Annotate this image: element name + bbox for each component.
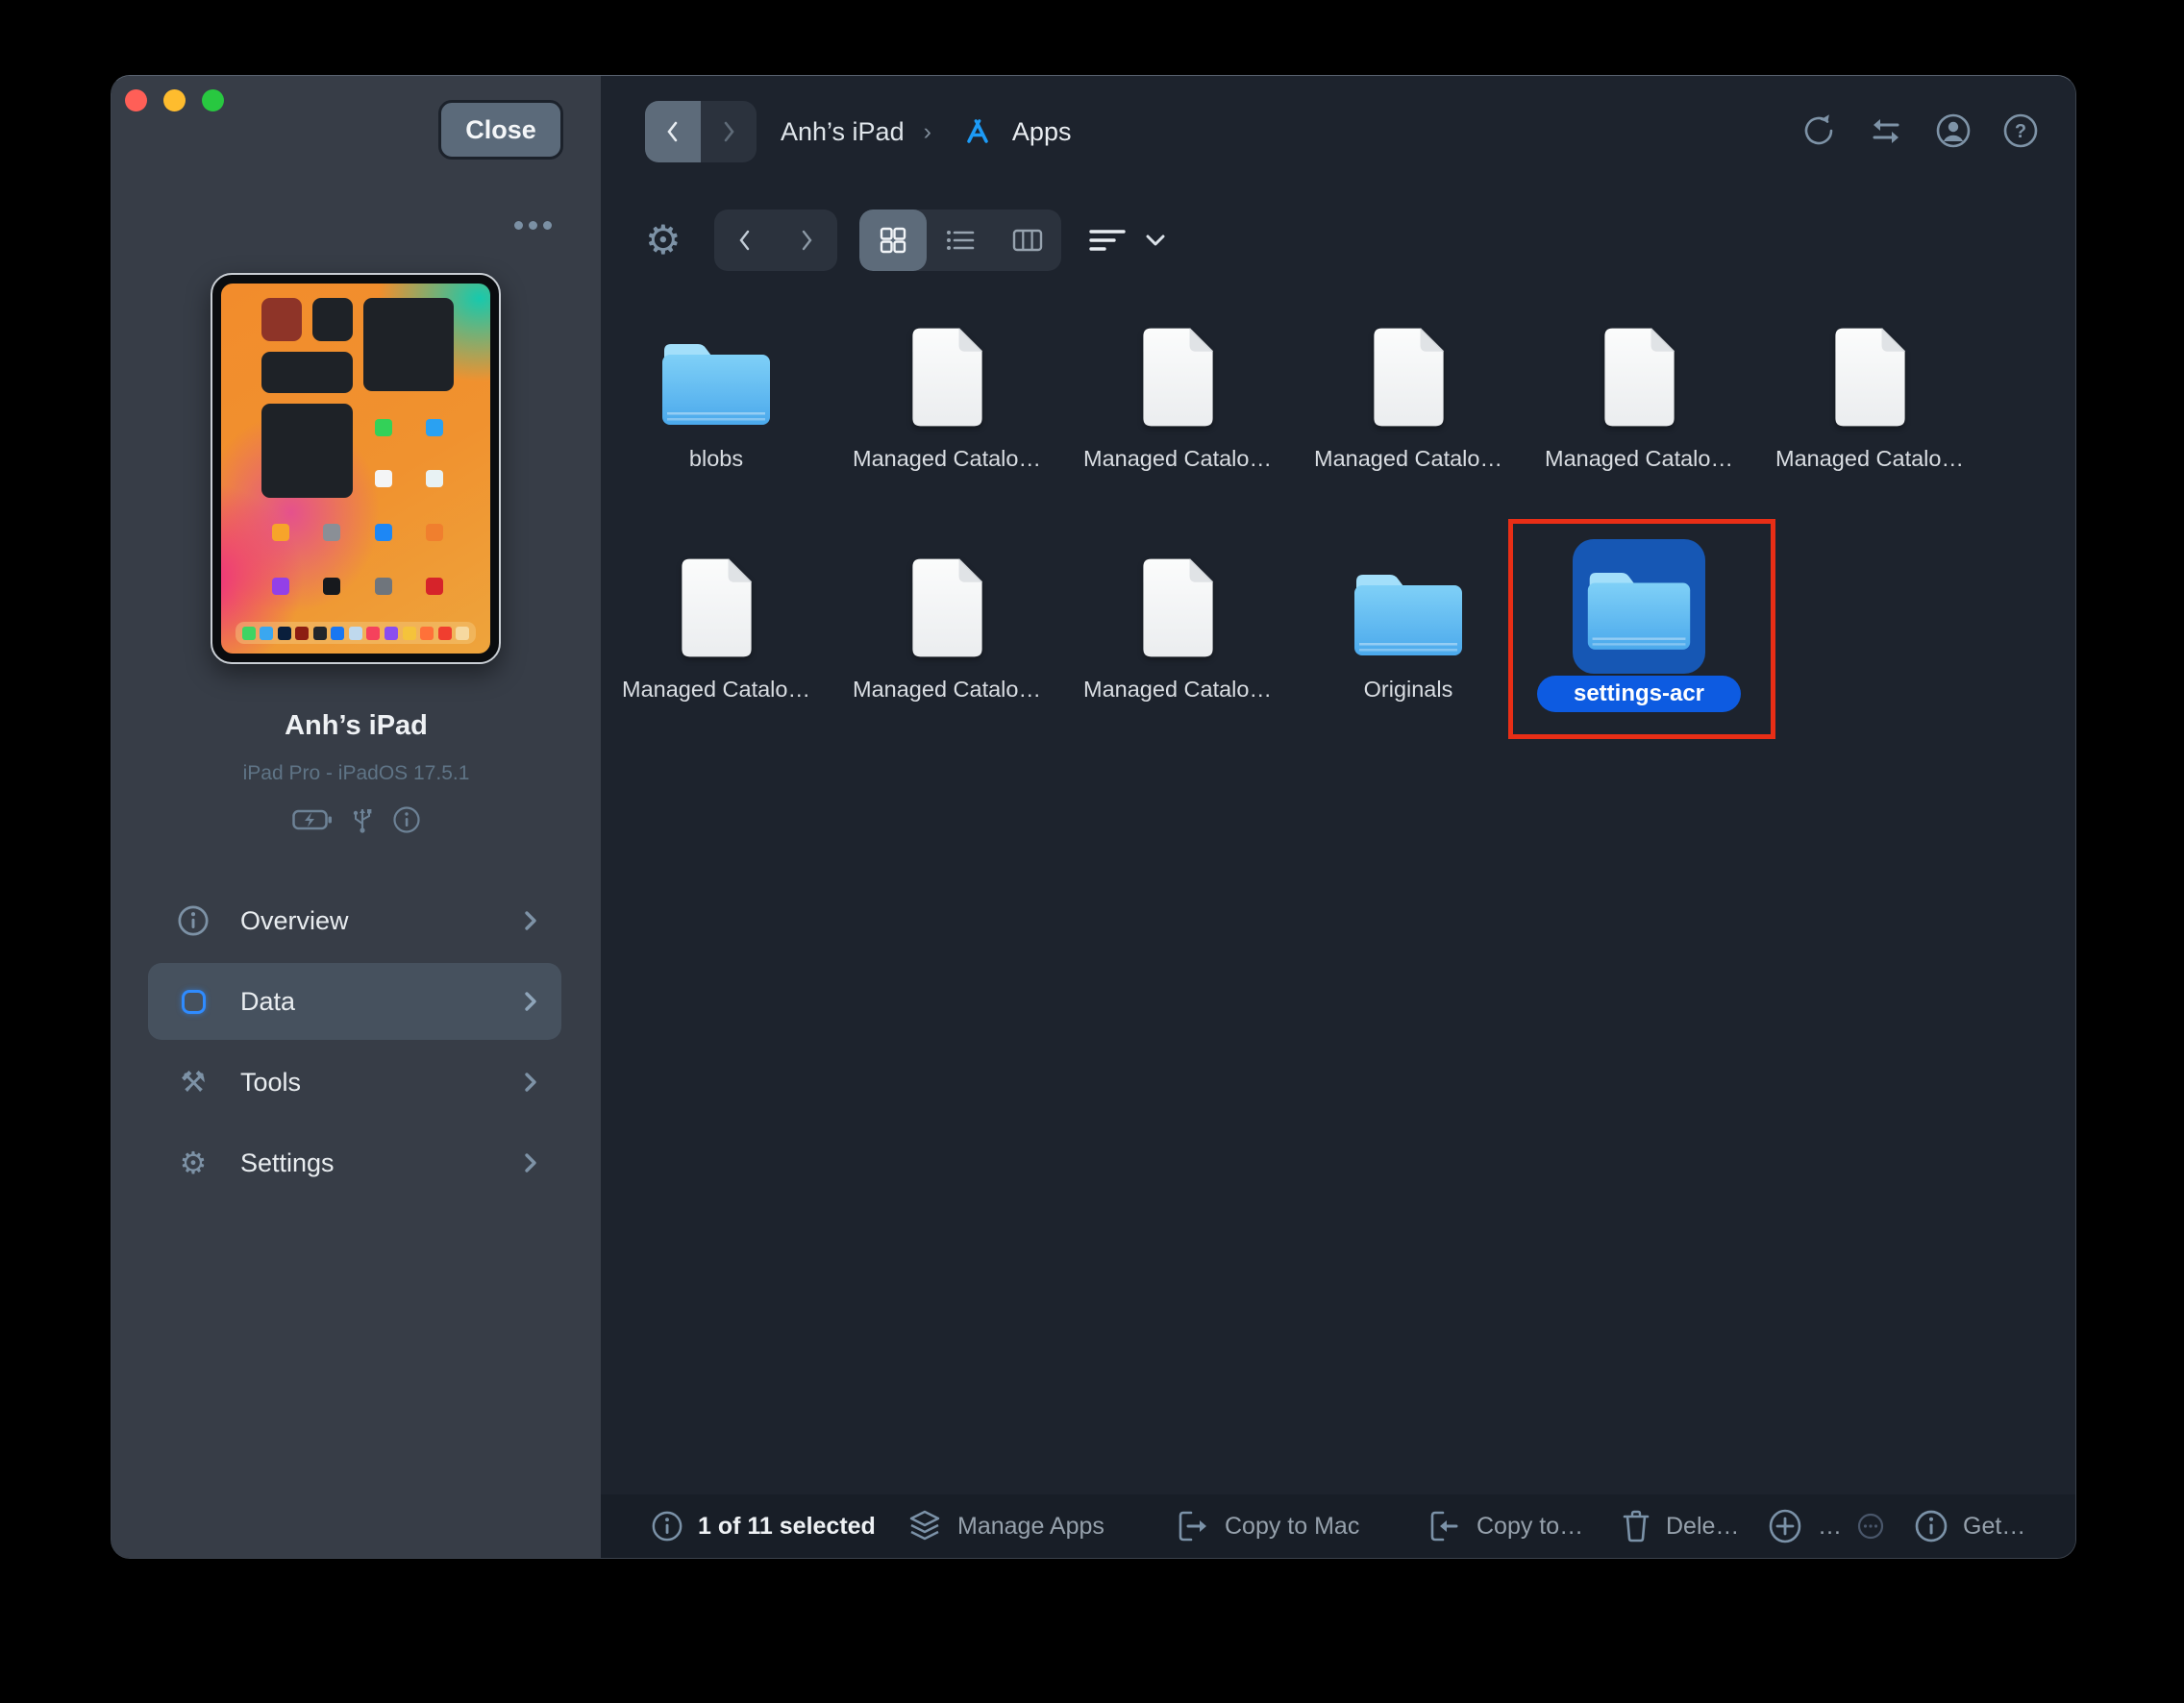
document-icon xyxy=(1600,326,1679,429)
file-item[interactable]: Managed Catalo… xyxy=(833,321,1060,429)
sidebar-item-label: Data xyxy=(240,987,521,1017)
gear-icon: ⚙ xyxy=(173,1145,213,1181)
sidebar-item-label: Settings xyxy=(240,1148,521,1178)
chevron-right-icon xyxy=(521,1069,540,1096)
selection-count: 1 of 11 selected xyxy=(698,1513,876,1541)
file-name: Managed Catalo… xyxy=(1056,446,1299,472)
device-dock xyxy=(236,622,475,644)
device-name: Anh’s iPad xyxy=(112,710,601,742)
copy-to-mac-button[interactable]: Copy to Mac xyxy=(1176,1494,1359,1558)
more-label: … xyxy=(1818,1513,1842,1541)
info-icon xyxy=(1914,1509,1948,1543)
minimize-window-icon[interactable] xyxy=(163,89,186,111)
device-status-icons xyxy=(112,804,601,835)
annotation-rectangle xyxy=(1508,519,1775,739)
file-name: Managed Catalo… xyxy=(1749,446,1991,472)
manage-apps-button[interactable]: Manage Apps xyxy=(906,1494,1104,1558)
layers-icon xyxy=(906,1508,943,1544)
app-window: Close xyxy=(111,75,2076,1559)
close-window-icon[interactable] xyxy=(125,89,147,111)
document-icon xyxy=(677,556,757,659)
file-name: Managed Catalo… xyxy=(1518,446,1760,472)
device-wallpaper xyxy=(221,284,490,654)
manage-apps-label: Manage Apps xyxy=(957,1513,1104,1541)
more-options-icon[interactable] xyxy=(514,221,552,230)
device-os-version: iPad Pro - iPadOS 17.5.1 xyxy=(112,762,601,785)
document-icon xyxy=(907,556,987,659)
file-item[interactable]: Managed Catalo… xyxy=(1295,321,1522,429)
file-item[interactable]: Managed Catalo… xyxy=(833,552,1060,659)
chevron-right-icon xyxy=(521,1149,540,1176)
document-icon xyxy=(907,326,987,429)
copy-to-label: Copy to… xyxy=(1477,1513,1583,1541)
trash-icon xyxy=(1621,1508,1651,1544)
info-icon[interactable] xyxy=(651,1510,683,1543)
file-name: Managed Catalo… xyxy=(1056,677,1299,703)
sidebar-item-overview[interactable]: Overview xyxy=(148,882,561,959)
ellipsis-circle-icon[interactable] xyxy=(1856,1512,1885,1541)
document-icon xyxy=(1138,326,1218,429)
file-item[interactable]: Managed Catalo… xyxy=(1064,552,1291,659)
chevron-right-icon xyxy=(521,907,540,934)
file-name: Managed Catalo… xyxy=(1287,446,1529,472)
sidebar-item-label: Overview xyxy=(240,906,521,936)
usb-icon xyxy=(352,804,373,835)
status-bar: 1 of 11 selected Manage Apps Copy to Mac xyxy=(601,1494,2075,1558)
selection-status: 1 of 11 selected xyxy=(651,1494,876,1558)
sidebar-item-label: Tools xyxy=(240,1068,521,1098)
folder-icon xyxy=(658,338,774,429)
file-item[interactable]: blobs xyxy=(603,321,830,429)
file-item[interactable]: Managed Catalo… xyxy=(1064,321,1291,429)
file-name: Originals xyxy=(1287,677,1529,703)
battery-charging-icon xyxy=(292,808,333,831)
delete-label: Dele… xyxy=(1666,1513,1739,1541)
sidebar-item-tools[interactable]: ⚒ Tools xyxy=(148,1044,561,1121)
file-item[interactable]: Originals xyxy=(1295,552,1522,659)
file-item[interactable]: Managed Catalo… xyxy=(1526,321,1752,429)
sidebar-nav: Overview Data ⚒ Tools ⚙ Settings xyxy=(148,882,561,1205)
folder-icon xyxy=(1351,569,1466,659)
file-name: Managed Catalo… xyxy=(595,677,837,703)
document-icon xyxy=(1138,556,1218,659)
tools-icon: ⚒ xyxy=(173,1066,213,1099)
file-name: Managed Catalo… xyxy=(826,677,1068,703)
data-square-icon xyxy=(173,990,213,1014)
chevron-right-icon xyxy=(521,988,540,1015)
get-info-button[interactable]: Get… xyxy=(1914,1494,2025,1558)
file-item[interactable]: Managed Catalo… xyxy=(603,552,830,659)
get-info-label: Get… xyxy=(1963,1513,2025,1541)
main-panel: Anh’s iPad › Apps xyxy=(601,76,2075,1558)
info-circle-icon xyxy=(173,904,213,937)
zoom-window-icon[interactable] xyxy=(202,89,224,111)
file-name: Managed Catalo… xyxy=(826,446,1068,472)
device-export-icon xyxy=(1176,1507,1210,1545)
plus-circle-icon[interactable] xyxy=(1767,1507,1803,1545)
sidebar-item-data[interactable]: Data xyxy=(148,963,561,1040)
delete-button[interactable]: Dele… xyxy=(1621,1494,1739,1558)
sidebar: Close xyxy=(112,76,601,1558)
document-icon xyxy=(1369,326,1449,429)
device-import-icon xyxy=(1427,1507,1462,1545)
file-grid: blobs Managed Catalo… Managed Catalo… Ma… xyxy=(601,76,2075,1558)
info-icon[interactable] xyxy=(392,805,421,834)
file-item[interactable]: Managed Catalo… xyxy=(1756,321,1983,429)
copy-to-mac-label: Copy to Mac xyxy=(1225,1513,1359,1541)
file-name: blobs xyxy=(595,446,837,472)
add-more-group: … xyxy=(1767,1494,1885,1558)
device-preview-image xyxy=(211,273,501,664)
copy-to-device-button[interactable]: Copy to… xyxy=(1427,1494,1583,1558)
close-button[interactable]: Close xyxy=(438,100,563,160)
traffic-lights xyxy=(125,89,224,111)
document-icon xyxy=(1830,326,1910,429)
sidebar-item-settings[interactable]: ⚙ Settings xyxy=(148,1124,561,1201)
